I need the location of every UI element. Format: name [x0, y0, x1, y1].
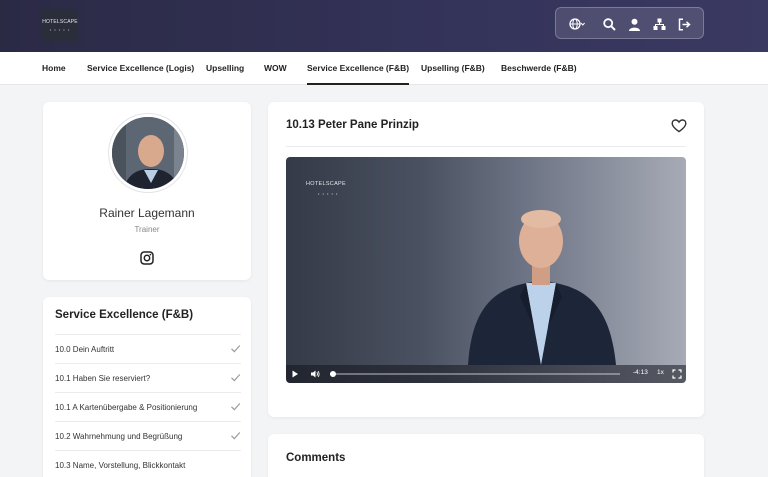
search-button[interactable] [600, 15, 618, 33]
trainer-role: Trainer [134, 225, 160, 234]
lesson-item[interactable]: 10.3 Name, Vorstellung, Blickkontakt [55, 450, 241, 477]
lesson-list-card: Service Excellence (F&B) 10.0 Dein Auftr… [43, 297, 251, 477]
lesson-label: 10.0 Dein Auftritt [55, 345, 115, 354]
video-card: 10.13 Peter Pane Prinzip HOTELSCAPE • • … [268, 102, 704, 417]
top-header: HOTELSCAPE • • • • • [0, 0, 768, 52]
nav-item-service-excellence-fb[interactable]: Service Excellence (F&B) [307, 52, 410, 85]
sitemap-icon [653, 18, 665, 30]
lesson-label: 10.1 A Kartenübergabe & Positionierung [55, 403, 198, 412]
trainer-avatar [109, 114, 187, 192]
presenter-image [468, 210, 616, 365]
video-controls: -4:13 1x [286, 365, 686, 383]
comments-title: Comments [286, 452, 346, 464]
play-icon[interactable] [290, 369, 300, 379]
check-icon [231, 403, 241, 411]
video-logo-dots: • • • • • [318, 191, 339, 196]
course-title: Service Excellence (F&B) [55, 309, 194, 321]
logo-text: HOTELSCAPE [42, 18, 78, 25]
nav-item-home[interactable]: Home [42, 52, 66, 85]
nav-item-upselling-fb[interactable]: Upselling (F&B) [421, 52, 485, 85]
logo-dots: • • • • • [49, 26, 71, 32]
logout-icon [678, 17, 691, 31]
check-icon [231, 345, 241, 353]
lesson-label: 10.2 Wahrnehmung und Begrüßung [55, 432, 183, 441]
nav-item-service-excellence-logis[interactable]: Service Excellence (Logis) [87, 52, 194, 85]
title-divider [286, 146, 686, 147]
check-icon [231, 432, 241, 440]
logout-button[interactable] [675, 15, 693, 33]
video-player[interactable]: HOTELSCAPE • • • • • -4:13 1x [286, 157, 686, 383]
structure-button[interactable] [650, 15, 668, 33]
nav-item-upselling[interactable]: Upselling [206, 52, 244, 85]
progress-bar[interactable] [329, 371, 620, 377]
trainer-name: Rainer Lagemann [99, 206, 195, 220]
instagram-icon[interactable] [140, 251, 154, 265]
trainer-card: Rainer Lagemann Trainer [43, 102, 251, 280]
lesson-item[interactable]: 10.0 Dein Auftritt [55, 334, 241, 363]
language-selector[interactable] [568, 15, 586, 33]
nav-item-beschwerde-fb[interactable]: Beschwerde (F&B) [501, 52, 577, 85]
lesson-label: 10.1 Haben Sie reserviert? [55, 374, 151, 383]
lesson-item[interactable]: 10.2 Wahrnehmung und Begrüßung [55, 421, 241, 450]
video-title: 10.13 Peter Pane Prinzip [286, 119, 419, 131]
hotelscape-logo[interactable]: HOTELSCAPE • • • • • [42, 9, 78, 41]
profile-button[interactable] [625, 15, 643, 33]
check-icon [231, 374, 241, 382]
main-nav: Home Service Excellence (Logis) Upsellin… [0, 52, 768, 85]
lesson-label: 10.3 Name, Vorstellung, Blickkontakt [55, 461, 186, 470]
header-toolbox [555, 7, 704, 39]
fullscreen-icon[interactable] [672, 369, 682, 379]
volume-icon[interactable] [310, 369, 320, 379]
user-icon [628, 18, 640, 31]
time-remaining: -4:13 [633, 369, 648, 376]
globe-icon [569, 18, 585, 30]
playback-speed[interactable]: 1x [657, 369, 664, 376]
lesson-item[interactable]: 10.1 Haben Sie reserviert? [55, 363, 241, 392]
progress-handle[interactable] [329, 371, 336, 377]
heart-icon[interactable] [671, 118, 687, 134]
comments-card: Comments [268, 434, 704, 477]
video-logo-text: HOTELSCAPE [306, 181, 346, 187]
lesson-item[interactable]: 10.1 A Kartenübergabe & Positionierung [55, 392, 241, 421]
search-icon [602, 17, 616, 31]
nav-item-wow[interactable]: WOW [264, 52, 287, 85]
